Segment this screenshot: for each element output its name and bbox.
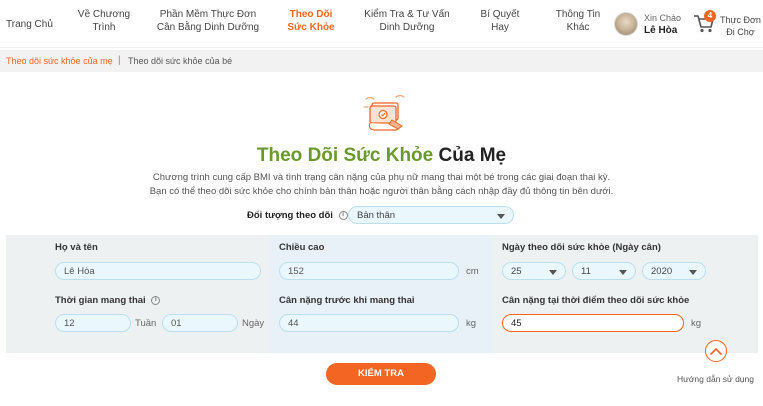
form-column-3: Ngày theo dõi sức khỏe (Ngày cân) 25 11 … <box>492 235 758 353</box>
breadcrumb: Theo dõi sức khỏe của mẹ | Theo dõi sức … <box>0 50 763 72</box>
greeting-text: Xin Chào <box>644 13 682 23</box>
chevron-up-icon <box>710 348 722 355</box>
name-input[interactable]: Lê Hòa <box>55 262 261 280</box>
pre-weight-input[interactable]: 44 <box>279 314 459 332</box>
month-value: 11 <box>581 266 591 277</box>
target-select-value: Bản thân <box>357 210 396 221</box>
health-tracking-icon <box>363 94 405 131</box>
form-column-1: Họ và tên Lê Hòa Thời gian mang thai i 1… <box>6 235 269 353</box>
target-label-text: Đối tượng theo dõi <box>247 210 333 221</box>
target-select[interactable]: Bản thân <box>348 206 514 224</box>
title-highlight: Theo Dõi Sức Khỏe <box>256 145 434 166</box>
user-greeting[interactable]: Xin Chào Lê Hòa <box>614 10 694 40</box>
weeks-unit: Tuần <box>135 318 157 329</box>
cart-count-badge: 4 <box>704 10 716 22</box>
nav-nutrition-check[interactable]: Kiểm Tra & Tư Vấn Dinh Dưỡng <box>358 8 456 34</box>
description-line-2: Bạn có thể theo dõi sức khỏe cho chính b… <box>149 186 614 197</box>
chevron-down-icon <box>689 270 697 275</box>
pre-weight-label: Cân nặng trước khi mang thai <box>279 295 415 306</box>
help-label[interactable]: Hướng dẫn sử dụng <box>677 374 754 384</box>
chevron-down-icon <box>549 270 557 275</box>
weeks-input[interactable]: 12 <box>55 314 131 332</box>
info-icon[interactable]: i <box>338 210 348 220</box>
cur-weight-input[interactable]: 45 <box>502 314 684 332</box>
check-button[interactable]: KIỂM TRA <box>326 363 436 385</box>
year-value: 2020 <box>651 266 673 277</box>
pregnancy-time-label-text: Thời gian mang thai <box>55 295 146 306</box>
days-input[interactable]: 01 <box>162 314 238 332</box>
health-form: Họ và tên Lê Hòa Thời gian mang thai i 1… <box>6 235 758 353</box>
help-button[interactable] <box>705 340 727 362</box>
user-name: Lê Hòa <box>644 25 678 36</box>
cart-label[interactable]: Thực Đơn Đi Chợ <box>720 14 761 38</box>
year-select[interactable]: 2020 <box>642 262 706 280</box>
info-icon[interactable]: i <box>151 295 161 305</box>
tab-baby-health[interactable]: Theo dõi sức khỏe của bé <box>128 56 232 66</box>
nav-other-info[interactable]: Thông Tin Khác <box>548 8 608 34</box>
cur-weight-unit: kg <box>691 318 702 329</box>
chevron-down-icon <box>497 214 505 219</box>
day-value: 25 <box>511 266 522 277</box>
pre-weight-unit: kg <box>466 318 477 329</box>
days-unit: Ngày <box>242 318 265 329</box>
height-unit: cm <box>466 266 479 277</box>
nav-home[interactable]: Trang Chủ <box>6 18 53 31</box>
avatar <box>614 12 638 36</box>
description-line-1: Chương trình cung cấp BMI và tình trạng … <box>152 172 611 183</box>
height-label: Chiều cao <box>279 242 325 253</box>
day-select[interactable]: 25 <box>502 262 566 280</box>
nav-about-program[interactable]: Về Chương Trình <box>74 8 134 34</box>
chevron-down-icon <box>619 270 627 275</box>
month-select[interactable]: 11 <box>572 262 636 280</box>
cur-weight-label: Cân nặng tại thời điểm theo dõi sức khỏe <box>502 295 690 306</box>
tab-mother-health[interactable]: Theo dõi sức khỏe của mẹ <box>6 56 113 66</box>
form-column-2: Chiều cao 152 cm Cân nặng trước khi mang… <box>269 235 492 353</box>
date-label: Ngày theo dõi sức khỏe (Ngày cân) <box>502 242 661 253</box>
pregnancy-time-label: Thời gian mang thai i <box>55 295 161 306</box>
page-title: Theo Dõi Sức Khỏe Của Mẹ <box>0 145 763 167</box>
height-input[interactable]: 152 <box>279 262 459 280</box>
name-label: Họ và tên <box>55 242 98 253</box>
target-label: Đối tượng theo dõi i <box>247 210 348 221</box>
nav-tips[interactable]: Bí Quyết Hay <box>474 8 526 34</box>
tab-separator: | <box>118 55 121 66</box>
nav-menu-software[interactable]: Phần Mềm Thực Đơn Cân Bằng Dinh Dưỡng <box>152 8 264 34</box>
nav-health-tracking[interactable]: Theo Dõi Sức Khỏe <box>282 8 340 34</box>
top-nav: Trang Chủ Về Chương Trình Phần Mềm Thực … <box>0 0 763 48</box>
title-rest: Của Mẹ <box>438 145 507 166</box>
